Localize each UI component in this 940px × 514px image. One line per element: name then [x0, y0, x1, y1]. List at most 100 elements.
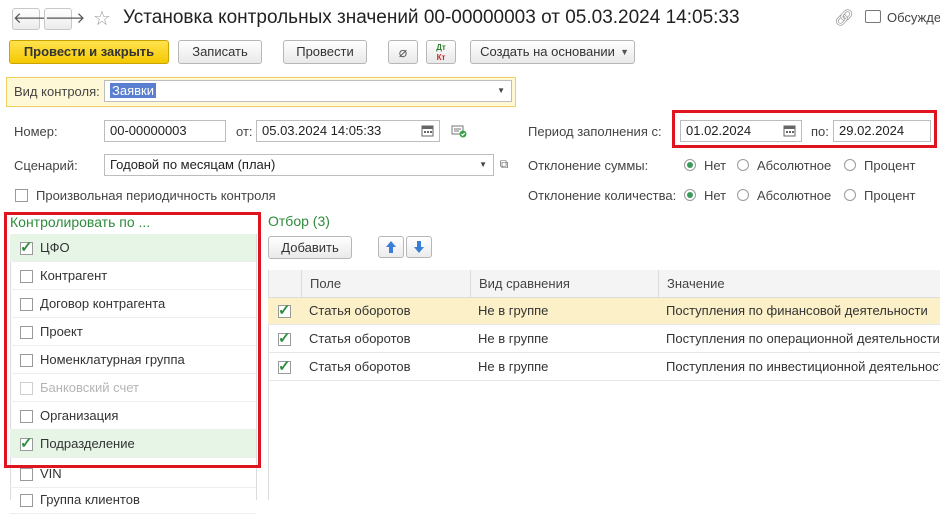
qty-abs-radio[interactable] [737, 189, 749, 201]
add-button[interactable]: Добавить [268, 236, 352, 259]
open-icon[interactable]: ⧉ [496, 155, 512, 173]
dtkt-button[interactable]: Дт Кт [426, 40, 456, 64]
table-cell: Поступления по финансовой деятельности [666, 303, 928, 318]
table-cell: Поступления по инвестиционной деятельнос… [666, 359, 940, 374]
list-item-checkbox[interactable] [20, 494, 33, 507]
list-item-label: ЦФО [40, 240, 70, 255]
list-item[interactable]: Номенклатурная группа [10, 346, 256, 374]
list-item[interactable]: Проект [10, 318, 256, 346]
qty-deviation-label: Отклонение количества: [528, 188, 677, 203]
list-item-label: Проект [40, 324, 83, 339]
table-cell: Не в группе [478, 359, 549, 374]
save-button[interactable]: Записать [178, 40, 262, 64]
create-based-on-button[interactable]: Создать на основании ▼ [470, 40, 635, 64]
sum-pct-radio[interactable] [844, 159, 856, 171]
forward-button[interactable]: 🡒 [44, 8, 85, 30]
period-from-field[interactable]: 01.02.2024 [680, 120, 802, 142]
sum-abs-label: Абсолютное [757, 158, 832, 173]
discuss-link[interactable]: Обсужде [887, 10, 940, 25]
list-item-label: Подразделение [40, 436, 135, 451]
table-cell: Статья оборотов [309, 303, 411, 318]
list-item-checkbox[interactable] [20, 326, 33, 339]
qty-none-radio[interactable] [684, 189, 696, 201]
list-item-checkbox[interactable] [20, 410, 33, 423]
list-item-checkbox[interactable] [20, 238, 33, 256]
post-button[interactable]: Провести [283, 40, 367, 64]
list-item[interactable]: Подразделение [10, 430, 256, 458]
list-item-checkbox[interactable] [20, 468, 33, 481]
sum-none-radio[interactable] [684, 159, 696, 171]
post-and-close-button[interactable]: Провести и закрыть [9, 40, 169, 64]
table-header[interactable]: Вид сравнения [470, 270, 658, 298]
control-type-value: Заявки [110, 83, 156, 98]
list-item[interactable]: ЦФО [10, 234, 256, 262]
list-item-checkbox[interactable] [20, 382, 33, 395]
control-type-label: Вид контроля: [14, 84, 100, 99]
calendar-icon[interactable] [783, 124, 796, 137]
number-label: Номер: [14, 124, 58, 139]
list-item-label: VIN [40, 466, 62, 481]
table-row[interactable]: Статья оборотов Не в группе Поступления … [268, 326, 940, 353]
kt-label: Кт [436, 53, 446, 62]
arrow-right-icon: 🡒 [45, 10, 86, 27]
table-cell: Поступления по операционной деятельности [666, 331, 940, 346]
move-down-button[interactable] [406, 236, 432, 258]
table-cell: Статья оборотов [309, 359, 411, 374]
scanner-icon[interactable] [451, 124, 467, 138]
number-field[interactable]: 00-00000003 [104, 120, 226, 142]
row-checkbox[interactable] [278, 329, 291, 347]
calendar-icon[interactable] [421, 124, 434, 137]
link-icon[interactable]: 🔗︎ [834, 8, 854, 28]
dropdown-arrow-icon[interactable]: ▼ [497, 81, 505, 101]
sum-abs-radio[interactable] [737, 159, 749, 171]
move-up-button[interactable] [378, 236, 404, 258]
list-item[interactable]: VIN [10, 460, 256, 488]
row-checkbox[interactable] [278, 301, 291, 319]
qty-abs-label: Абсолютное [757, 188, 832, 203]
table-header[interactable]: Значение [658, 270, 940, 298]
list-item-label: Организация [40, 408, 119, 423]
list-item-checkbox[interactable] [20, 434, 33, 452]
dropdown-arrow-icon[interactable]: ▼ [479, 155, 487, 175]
row-checkbox[interactable] [278, 357, 291, 375]
control-type-select[interactable]: Заявки ▼ [104, 80, 512, 102]
attach-button[interactable]: ⌀ [388, 40, 418, 64]
table-cell: Статья оборотов [309, 331, 411, 346]
arrow-up-icon [386, 241, 396, 253]
arbitrary-period-label: Произвольная периодичность контроля [36, 188, 276, 203]
list-item-label: Номенклатурная группа [40, 352, 185, 367]
scenario-label: Сценарий: [14, 158, 78, 173]
dt-label: Дт [436, 43, 446, 52]
period-to-label: по: [811, 124, 829, 139]
list-item-label: Контрагент [40, 268, 108, 283]
scenario-select[interactable]: Годовой по месяцам (план) ▼ [104, 154, 494, 176]
qty-pct-label: Процент [864, 188, 916, 203]
star-icon[interactable]: ☆ [93, 6, 111, 31]
list-item[interactable]: Договор контрагента [10, 290, 256, 318]
list-item-label: Договор контрагента [40, 296, 166, 311]
table-cell: Не в группе [478, 331, 549, 346]
qty-none-label: Нет [704, 188, 727, 203]
list-item-checkbox[interactable] [20, 354, 33, 367]
list-item[interactable]: Организация [10, 402, 256, 430]
list-item[interactable]: Группа клиентов [10, 486, 256, 514]
table-header[interactable]: Поле [301, 270, 470, 298]
create-based-on-label: Создать на основании [480, 44, 615, 59]
paperclip-icon: ⌀ [398, 44, 408, 60]
sum-deviation-label: Отклонение суммы: [528, 158, 649, 173]
table-row[interactable]: Статья оборотов Не в группе Поступления … [268, 298, 940, 325]
arrow-down-icon [414, 241, 424, 253]
list-item[interactable]: Банковский счет [10, 374, 256, 402]
discuss-icon[interactable] [865, 10, 881, 23]
control-by-title: Контролировать по ... [10, 214, 151, 230]
table-row[interactable]: Статья оборотов Не в группе Поступления … [268, 354, 940, 381]
back-button[interactable]: 🡐 [12, 8, 53, 30]
arbitrary-period-checkbox[interactable] [15, 189, 28, 202]
list-item-checkbox[interactable] [20, 270, 33, 283]
list-item[interactable]: Контрагент [10, 262, 256, 290]
qty-pct-radio[interactable] [844, 189, 856, 201]
date-field[interactable]: 05.03.2024 14:05:33 [256, 120, 440, 142]
period-to-field[interactable]: 29.02.2024 [833, 120, 931, 142]
list-item-checkbox[interactable] [20, 298, 33, 311]
scenario-value: Годовой по месяцам (план) [110, 157, 276, 172]
